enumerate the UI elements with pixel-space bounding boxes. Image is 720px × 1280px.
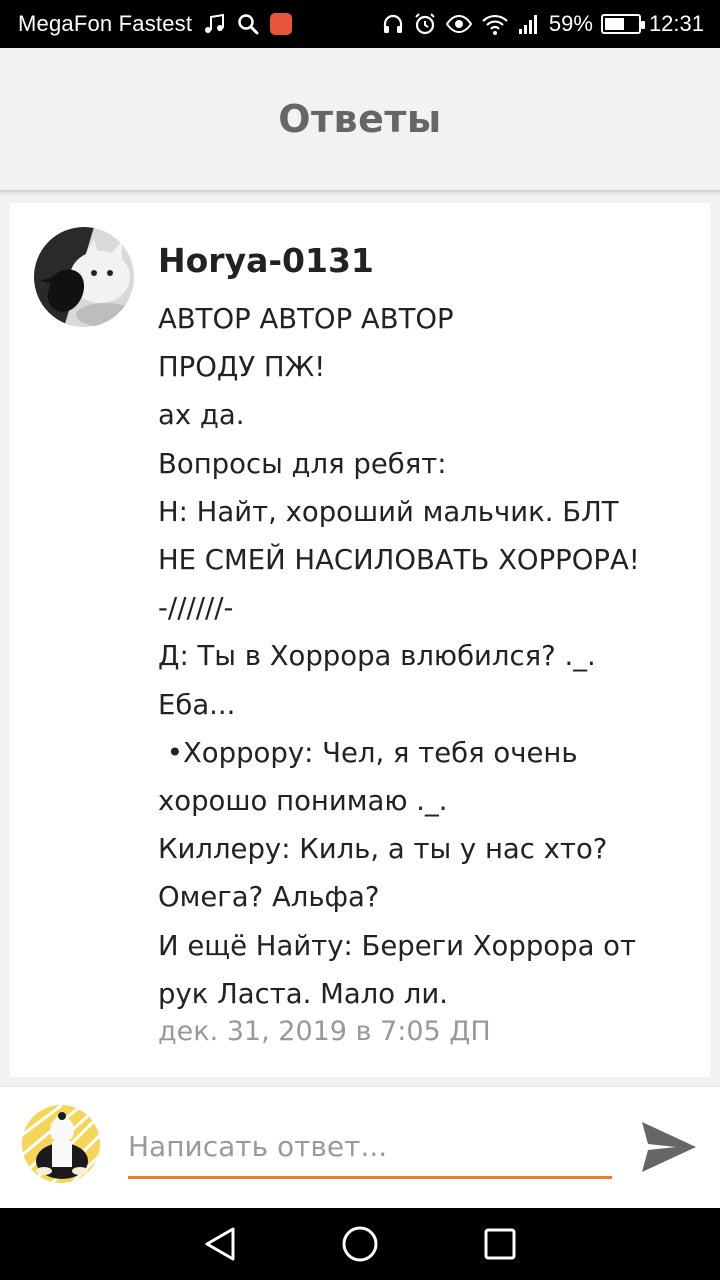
wifi-icon xyxy=(481,12,509,36)
battery-percent: 59% xyxy=(548,11,593,36)
comment-author[interactable]: Horya-0131 xyxy=(158,239,688,283)
app-notification-icon xyxy=(270,13,293,35)
comment-line: •Хоррору: Чел, я тебя очень xyxy=(158,736,578,769)
comment-line: хорошо понимаю ._. xyxy=(158,785,448,818)
reply-input[interactable] xyxy=(128,1117,612,1179)
comment-line: ПРОДУ ПЖ! xyxy=(158,351,326,384)
home-icon xyxy=(342,1226,378,1262)
headphones-icon xyxy=(381,12,405,36)
alarm-icon xyxy=(413,12,437,36)
comment-line: рук Ласта. Мало ли. xyxy=(158,977,448,1010)
status-bar-left: MegaFon Fastest xyxy=(18,11,293,37)
comment-timestamp: дек. 31, 2019 в 7:05 ДП xyxy=(158,1016,491,1048)
search-icon xyxy=(236,12,260,36)
clock: 12:31 xyxy=(648,11,704,36)
comment-card: Horya-0131 АВТОР АВТОР АВТОР ПРОДУ ПЖ! а… xyxy=(10,203,710,1077)
page-title: Ответы xyxy=(278,97,442,141)
comment-line: АВТОР АВТОР АВТОР xyxy=(158,303,454,335)
header: Ответы xyxy=(0,48,720,192)
comment-body: Horya-0131 АВТОР АВТОР АВТОР ПРОДУ ПЖ! а… xyxy=(158,239,688,1052)
status-bar: MegaFon Fastest 59% 12:31 xyxy=(0,0,720,48)
nav-bar xyxy=(0,1208,720,1280)
comment-line: Киллеру: Киль, а ты у нас хто? xyxy=(158,833,608,866)
home-button[interactable] xyxy=(336,1220,384,1268)
comment-line: Омега? Альфа? xyxy=(158,881,380,914)
carrier-name: MegaFon Fastest xyxy=(18,11,193,36)
status-bar-right: 59% 12:31 xyxy=(381,11,704,37)
battery-level xyxy=(604,18,624,30)
my-avatar[interactable] xyxy=(22,1105,100,1183)
comment-line: Вопросы для ребят: xyxy=(158,447,447,480)
reply-bar xyxy=(0,1086,720,1208)
send-icon xyxy=(642,1122,696,1172)
battery-icon xyxy=(600,14,645,34)
music-note-icon xyxy=(202,12,226,36)
comment-line: И ещё Найту: Береги Хоррора от xyxy=(158,929,637,962)
comment-line: Н: Найт, хороший мальчик. БЛТ xyxy=(158,495,619,528)
recents-button[interactable] xyxy=(476,1220,524,1268)
comment-line: ах да. xyxy=(158,399,245,432)
back-button[interactable] xyxy=(196,1220,244,1268)
send-button[interactable] xyxy=(636,1114,702,1180)
comment-line: НЕ СМЕЙ НАСИЛОВАТЬ ХОРРОРА! xyxy=(158,544,640,577)
comment-line: Еба... xyxy=(158,688,236,721)
comment-line: Д: Ты в Хоррора влюбился? ._. xyxy=(158,640,596,673)
eye-comfort-icon xyxy=(445,12,473,36)
recents-icon xyxy=(484,1228,516,1260)
back-icon xyxy=(205,1227,235,1261)
comment-text: АВТОР АВТОР АВТОР ПРОДУ ПЖ! ах да. Вопро… xyxy=(158,295,688,1018)
comment-line: -//////- xyxy=(158,592,234,625)
signal-icon xyxy=(517,12,541,36)
avatar[interactable] xyxy=(34,227,134,327)
